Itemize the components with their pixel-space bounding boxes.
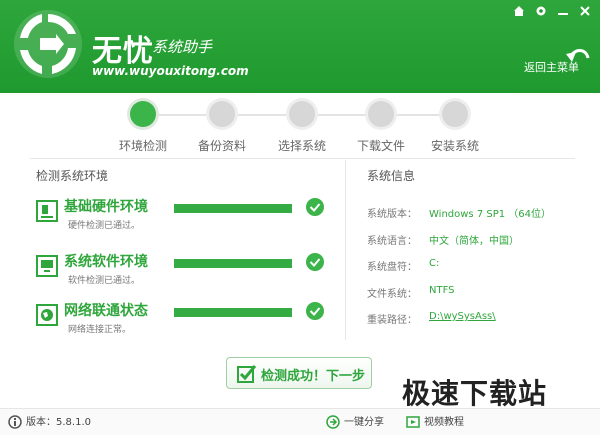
step-label: 环境检测 <box>118 139 167 153</box>
check-status: 网络连接正常。 <box>68 325 132 335</box>
check-item-hardware: 基础硬件环境 硬件检测已通过。 <box>36 196 336 236</box>
info-key: 系统盘符： <box>367 262 417 273</box>
progress-fill <box>174 308 292 317</box>
check-progress-bar <box>174 259 292 268</box>
install-path-link[interactable]: D:\wySysAss\ <box>429 311 496 322</box>
progress-fill <box>174 259 292 268</box>
check-progress-bar <box>174 204 292 213</box>
check-progress-bar <box>174 308 292 317</box>
check-item-software: 系统软件环境 软件检测已通过。 <box>36 251 336 291</box>
share-button[interactable]: 一键分享 <box>326 415 384 431</box>
step-1: 环境检测 <box>98 101 188 154</box>
progress-fill <box>174 204 292 213</box>
close-icon[interactable] <box>578 4 592 18</box>
check-ok-icon <box>306 302 324 320</box>
step-dot <box>442 101 468 127</box>
step-label: 选择系统 <box>277 139 326 153</box>
video-icon <box>406 416 420 428</box>
info-key: 文件系统： <box>367 289 417 300</box>
check-section-title: 检测系统环境 <box>36 169 109 183</box>
next-step-button[interactable]: 检测成功！下一步 <box>226 357 372 389</box>
tutorial-button[interactable]: 视频教程 <box>406 415 464 431</box>
check-status: 软件检测已通过。 <box>68 276 141 286</box>
gear-icon[interactable] <box>534 4 548 18</box>
check-ok-icon <box>306 198 324 216</box>
footer: 版本：5.8.1.0 一键分享 视频教程 <box>0 408 600 435</box>
share-label: 一键分享 <box>344 417 384 428</box>
software-icon <box>36 255 58 277</box>
app-url: www.wuyouxitong.com <box>92 64 249 78</box>
step-5: 安装系统 <box>410 101 500 154</box>
next-step-label: 检测成功！下一步 <box>261 369 366 384</box>
version-info: 版本：5.8.1.0 <box>8 415 91 431</box>
info-value: C: <box>429 258 440 269</box>
back-to-menu-button[interactable]: 返回主菜单 <box>524 59 579 75</box>
info-value: NTFS <box>429 285 455 296</box>
info-value: 中文（简体，中国） <box>429 236 519 247</box>
check-title: 网络联通状态 <box>64 303 148 319</box>
tutorial-label: 视频教程 <box>424 417 464 428</box>
check-item-network: 网络联通状态 网络连接正常。 <box>36 300 336 340</box>
step-progress: 环境检测 备份资料 选择系统 下载文件 安装系统 <box>0 93 600 155</box>
step-label: 安装系统 <box>430 139 479 153</box>
watermark: 极速下载站 <box>402 377 548 410</box>
home-icon[interactable] <box>512 4 526 18</box>
info-icon <box>8 415 22 429</box>
info-key: 系统语言： <box>367 236 417 247</box>
info-key: 系统版本： <box>367 209 417 220</box>
network-icon <box>36 304 58 326</box>
divider <box>30 158 575 159</box>
sysinfo-section-title: 系统信息 <box>367 169 416 183</box>
info-value: Windows 7 SP1 （64位） <box>429 209 552 220</box>
app-subtitle: 系统助手 <box>152 38 213 56</box>
share-icon <box>326 415 340 429</box>
step-label: 备份资料 <box>197 139 246 153</box>
checkmark-icon <box>237 365 257 383</box>
check-status: 硬件检测已通过。 <box>68 221 141 231</box>
check-title: 系统软件环境 <box>64 254 148 270</box>
step-3: 选择系统 <box>257 101 347 154</box>
step-dot-active <box>130 101 156 127</box>
check-ok-icon <box>306 253 324 271</box>
version-label: 版本：5.8.1.0 <box>26 417 91 428</box>
check-title: 基础硬件环境 <box>64 199 148 215</box>
hardware-icon <box>36 200 58 222</box>
step-dot <box>368 101 394 127</box>
minimize-icon[interactable] <box>556 4 570 18</box>
info-key: 重装路径： <box>367 315 417 326</box>
step-2: 备份资料 <box>177 101 267 154</box>
step-dot <box>289 101 315 127</box>
step-dot <box>209 101 235 127</box>
app-header: 无忧 系统助手 www.wuyouxitong.com 返回主菜单 <box>0 0 600 93</box>
divider <box>345 160 346 340</box>
recycle-logo-icon <box>14 10 82 78</box>
